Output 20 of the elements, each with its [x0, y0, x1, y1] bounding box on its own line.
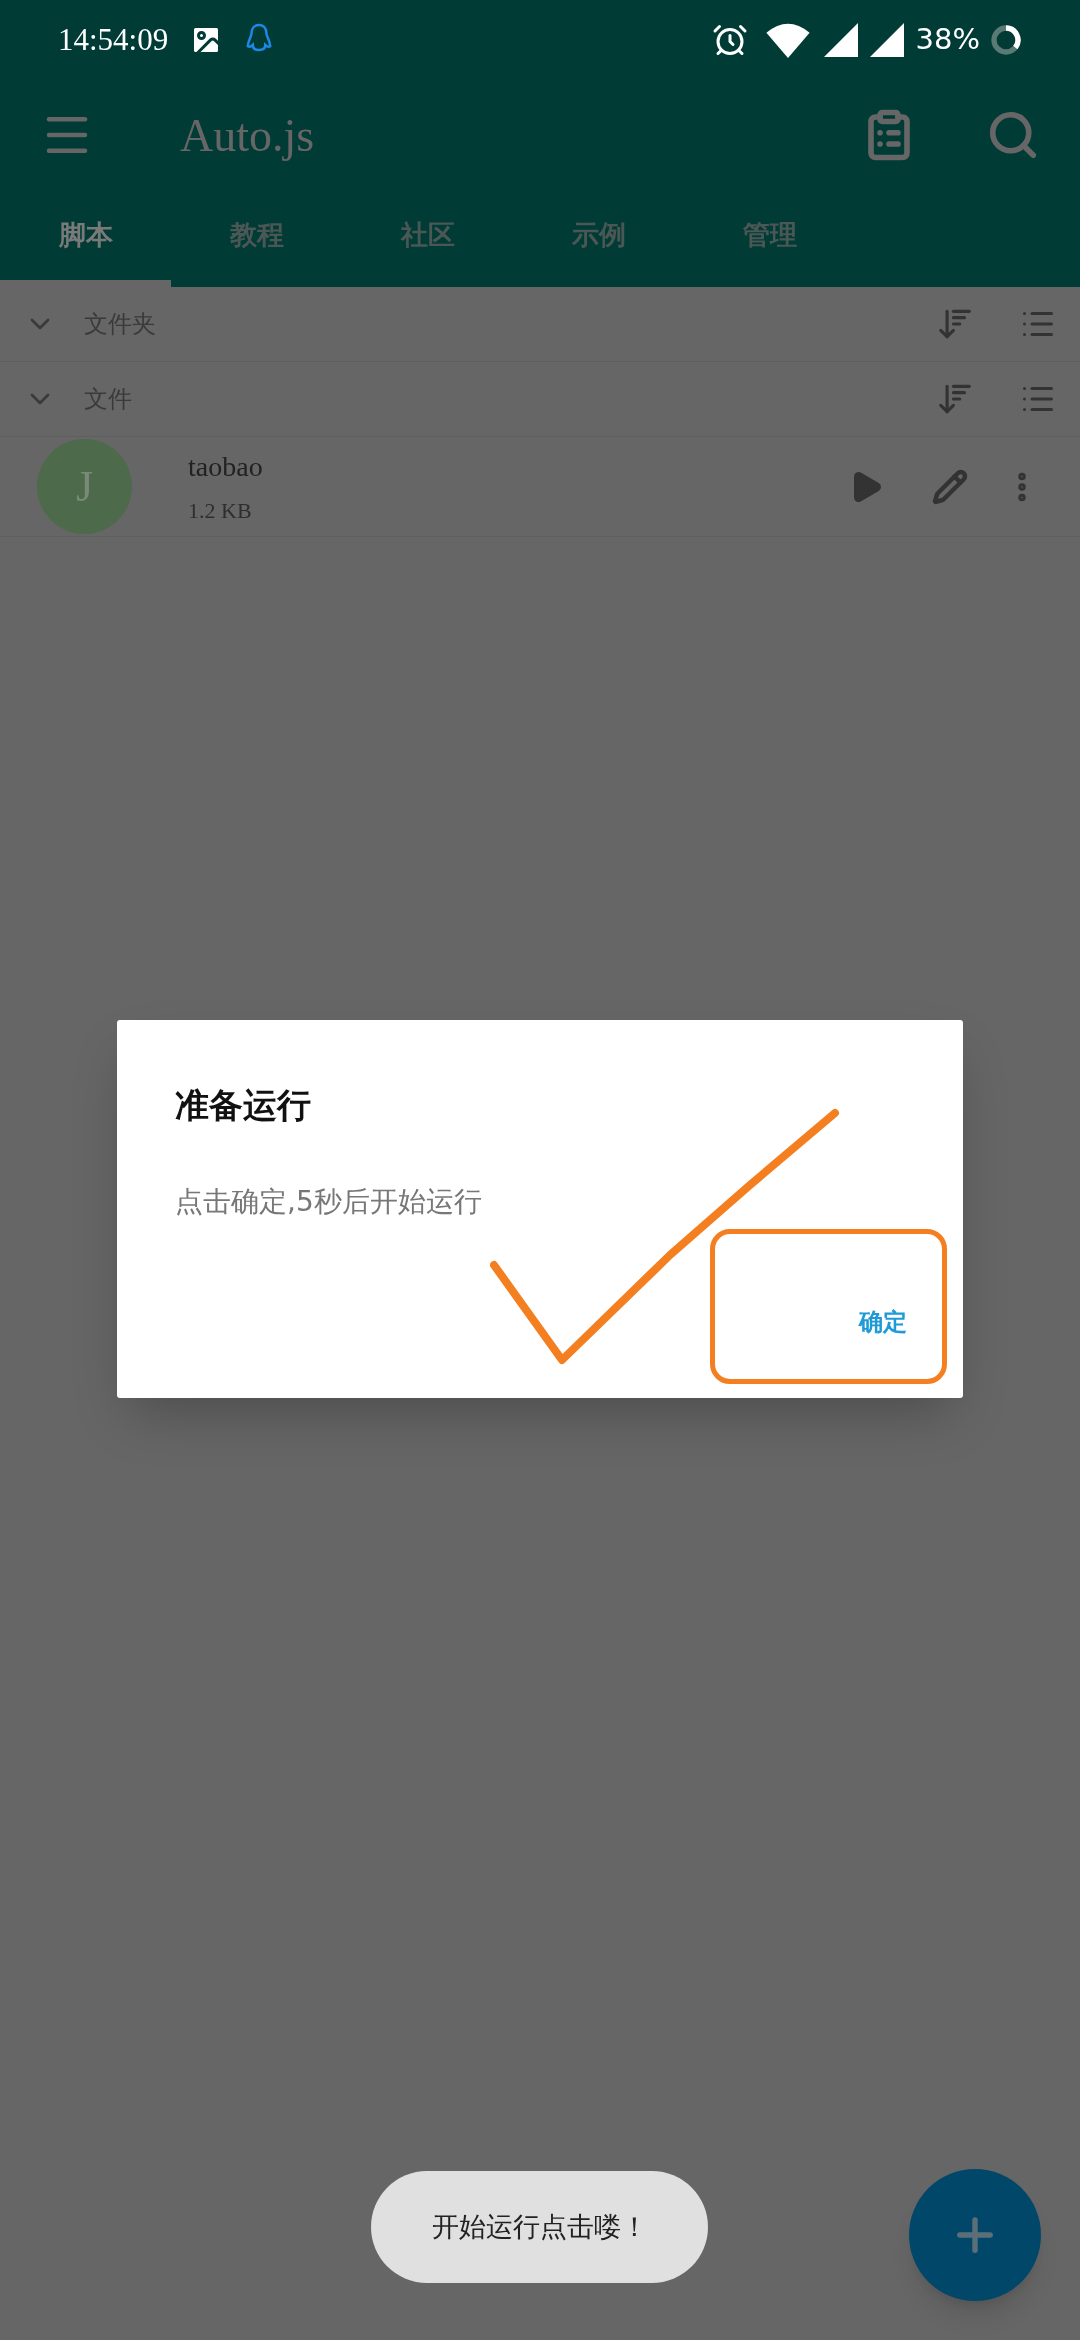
edit-button[interactable]: [932, 468, 968, 505]
status-time: 14:54:09: [58, 20, 169, 59]
tab[interactable]: 脚本: [0, 190, 171, 287]
tab[interactable]: 社区: [342, 190, 513, 287]
dialog-title: 准备运行: [175, 1084, 312, 1127]
signal-icon: [869, 23, 904, 57]
toast: 开始运行点击喽！: [371, 2171, 708, 2283]
battery-ring-icon: [990, 24, 1022, 56]
confirm-button[interactable]: 确定: [839, 1290, 927, 1354]
alarm-icon: [711, 22, 748, 58]
file-size: 1.2 KB: [188, 497, 253, 525]
app-title: Auto.js: [180, 108, 315, 163]
tab[interactable]: 示例: [513, 190, 684, 287]
wifi-icon: [765, 22, 810, 58]
tab[interactable]: 管理: [684, 190, 855, 287]
battery-percent: 38%: [915, 21, 980, 59]
tab[interactable]: 教程: [171, 190, 342, 287]
signal-icon: [823, 23, 858, 57]
file-name: taobao: [188, 450, 264, 484]
dialog-message: 点击确定,5秒后开始运行: [175, 1184, 483, 1220]
